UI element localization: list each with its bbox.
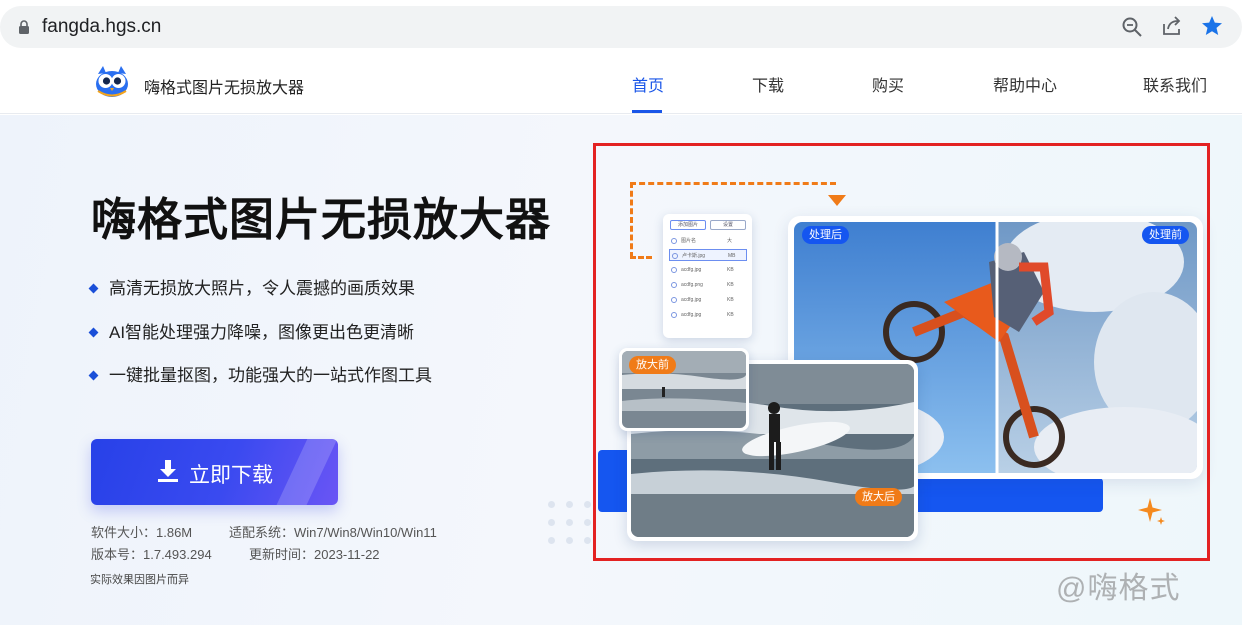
bullet-diamond-icon — [88, 327, 99, 338]
lock-icon[interactable] — [17, 20, 31, 34]
feature-item: 高清无损放大照片，令人震撼的画质效果 — [88, 274, 415, 299]
highlight-frame — [593, 143, 1210, 561]
site-header: 嗨格式图片无损放大器 首页 下载 购买 帮助中心 联系我们 — [0, 54, 1242, 114]
browser-toolbar: fangda.hgs.cn — [0, 0, 1242, 54]
button-shine — [270, 439, 338, 505]
feature-item: AI智能处理强力降噪，图像更出色更清晰 — [88, 318, 415, 343]
nav-download[interactable]: 下载 — [752, 72, 784, 96]
download-icon — [158, 460, 178, 482]
software-size: 软件大小：1.86M — [91, 525, 193, 540]
url-text[interactable]: fangda.hgs.cn — [42, 16, 161, 38]
nav-contact[interactable]: 联系我们 — [1143, 72, 1207, 96]
site-name[interactable]: 嗨格式图片无损放大器 — [144, 74, 304, 98]
bullet-diamond-icon — [88, 283, 99, 294]
owl-logo-icon[interactable] — [94, 64, 130, 98]
address-bar[interactable]: fangda.hgs.cn — [0, 6, 1242, 48]
nav-help-center[interactable]: 帮助中心 — [993, 72, 1057, 96]
nav-active-indicator — [632, 110, 662, 113]
download-button[interactable]: 立即下载 — [91, 439, 338, 505]
update-time: 更新时间：2023-11-22 — [249, 547, 380, 562]
bullet-diamond-icon — [88, 370, 99, 381]
zoom-icon[interactable] — [1121, 16, 1143, 38]
feature-text: 一键批量抠图，功能强大的一站式作图工具 — [109, 366, 432, 385]
download-button-label: 立即下载 — [189, 464, 273, 487]
nav-home[interactable]: 首页 — [632, 72, 664, 96]
feature-text: 高清无损放大照片，令人震撼的画质效果 — [109, 279, 415, 298]
feature-text: AI智能处理强力降噪，图像更出色更清晰 — [109, 323, 415, 342]
feature-item: 一键批量抠图，功能强大的一站式作图工具 — [88, 361, 432, 386]
version-number: 版本号：1.7.493.294 — [91, 547, 212, 562]
hero-title: 嗨格式图片无损放大器 — [91, 194, 552, 245]
watermark-text: @嗨格式 — [1056, 572, 1181, 605]
hero-section: 嗨格式图片无损放大器 高清无损放大照片，令人震撼的画质效果 AI智能处理强力降噪… — [0, 115, 1242, 625]
share-icon[interactable] — [1161, 15, 1183, 37]
disclaimer: 实际效果因图片而异 — [90, 574, 189, 586]
supported-systems: 适配系统：Win7/Win8/Win10/Win11 — [229, 525, 437, 540]
bookmark-star-icon[interactable] — [1200, 14, 1224, 38]
nav-buy[interactable]: 购买 — [872, 72, 904, 96]
